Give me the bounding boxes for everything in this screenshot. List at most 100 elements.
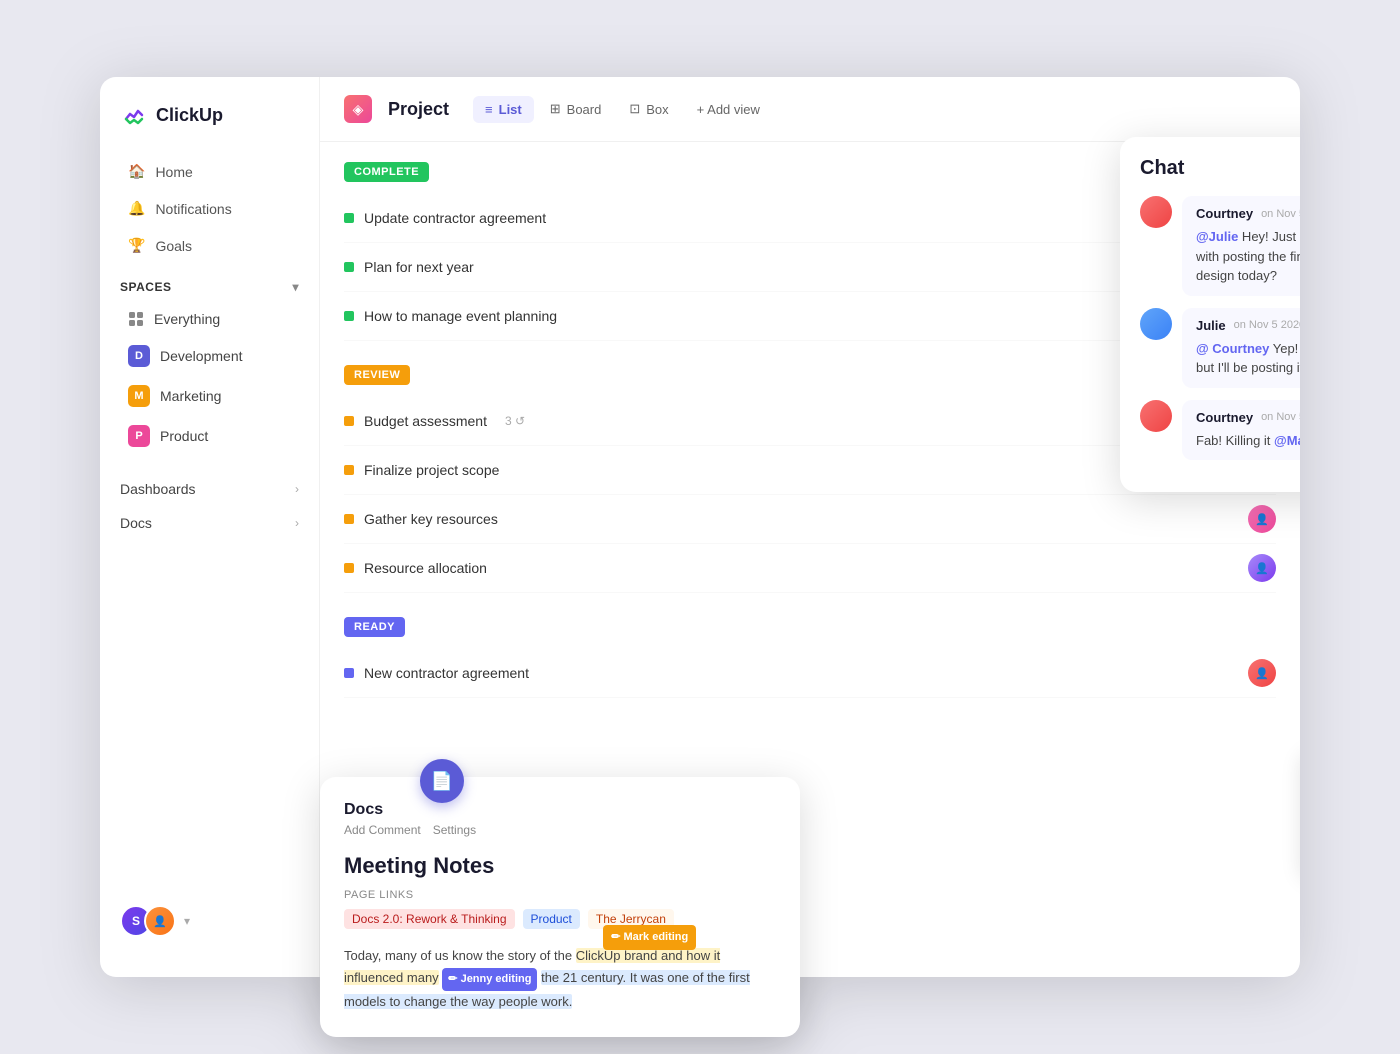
box-tab-icon: ⊡ [629,101,640,117]
chat-message-2: Julie on Nov 5 2020 at 2:50 pm @ Courtne… [1140,308,1300,388]
logo[interactable]: ClickUp [100,101,319,153]
page-link-1[interactable]: Docs 2.0: Rework & Thinking [344,909,515,929]
board-tab-label: Board [567,102,602,117]
sidebar-item-notifications[interactable]: 🔔 Notifications [108,191,311,226]
sidebar-item-home[interactable]: 🏠 Home [108,154,311,189]
everything-label: Everything [154,311,220,327]
marketing-badge: M [128,385,150,407]
sidebar-item-product[interactable]: P Product [108,417,311,455]
assignee-avatar: 👤 [1248,505,1276,533]
goals-icon: 🏆 [128,237,145,254]
chat-message-1: Courtney on Nov 5 2020 at 1:50 pm @Julie… [1140,196,1300,296]
task-dot-green [344,262,354,272]
chat-author-1: Courtney [1196,206,1253,221]
chat-time-2: on Nov 5 2020 at 2:50 pm [1234,319,1300,331]
sidebar: ClickUp 🏠 Home 🔔 Notifications 🏆 Goals S… [100,77,320,977]
tab-list[interactable]: ≡ List [473,96,534,123]
dashboards-label: Dashboards [120,481,196,497]
notifications-label: Notifications [155,201,231,217]
everything-grid-icon [128,311,144,327]
project-title: Project [388,99,449,120]
task-item[interactable]: New contractor agreement 👤 [344,649,1276,698]
task-name: Budget assessment [364,413,487,429]
docs-page-links-label: PAGE LINKS [344,889,776,901]
user-avatars: S 👤 [120,905,176,937]
docs-header: Docs [344,801,776,819]
assignee-avatar: 👤 [1248,659,1276,687]
status-badge-complete: COMPLETE [344,162,429,182]
chat-time-1: on Nov 5 2020 at 1:50 pm [1261,208,1300,220]
task-dot-yellow [344,416,354,426]
task-count: 3 ↺ [505,414,525,428]
user-menu-chevron[interactable]: ▾ [184,914,190,928]
task-dot-blue [344,668,354,678]
task-item[interactable]: Resource allocation 👤 [344,544,1276,593]
task-name: Plan for next year [364,259,474,275]
view-tabs: ≡ List ⊞ Board ⊡ Box + Add view [473,95,772,123]
chat-author-2: Julie [1196,318,1226,333]
product-label: Product [160,428,208,444]
sidebar-item-dashboards[interactable]: Dashboards › [108,472,311,506]
chat-text-1: @Julie Hey! Just checking if you're stil… [1196,227,1300,286]
mention-courtney: @ Courtney [1196,341,1269,356]
docs-actions: Add Comment Settings [344,823,776,837]
list-tab-icon: ≡ [485,102,493,117]
development-label: Development [160,348,243,364]
app-container: ClickUp 🏠 Home 🔔 Notifications 🏆 Goals S… [100,77,1300,977]
mark-editing-button[interactable]: ✏ Mark editing [603,925,696,950]
sidebar-item-goals[interactable]: 🏆 Goals [108,228,311,263]
docs-page-title: Meeting Notes [344,853,776,879]
project-icon: ◈ [344,95,372,123]
page-link-chips: Docs 2.0: Rework & Thinking Product The … [344,909,776,929]
sidebar-item-marketing[interactable]: M Marketing [108,377,311,415]
chat-message-3: Courtney on Nov 5 2020 at 3:15 pm Fab! K… [1140,400,1300,461]
logo-text: ClickUp [156,105,223,126]
chat-avatar-courtney [1140,196,1172,228]
task-dot-green [344,311,354,321]
add-view-label: + Add view [697,102,760,117]
sidebar-item-everything[interactable]: Everything [108,303,311,335]
task-dot-green [344,213,354,223]
task-left: Finalize project scope [344,462,499,478]
tab-board[interactable]: ⊞ Board [538,95,614,123]
task-dot-yellow [344,514,354,524]
chat-bubble-1: Courtney on Nov 5 2020 at 1:50 pm @Julie… [1182,196,1300,296]
sidebar-item-development[interactable]: D Development [108,337,311,375]
task-name: New contractor agreement [364,665,529,681]
spaces-chevron-icon[interactable]: ▾ [292,280,299,294]
avatar-user-2: 👤 [144,905,176,937]
product-badge: P [128,425,150,447]
tab-box[interactable]: ⊡ Box [617,95,680,123]
docs-label: Docs [120,515,152,531]
jenny-editing-tag: ✏ Jenny editing [442,968,537,991]
sidebar-footer: S 👤 ▾ [100,889,319,953]
sidebar-item-docs[interactable]: Docs › [108,506,311,540]
box-tab-label: Box [646,102,668,117]
goals-label: Goals [155,238,192,254]
status-badge-review: REVIEW [344,365,410,385]
chat-panel: # Chat Courtney on Nov 5 2020 at 1:50 pm… [1120,137,1300,492]
status-badge-ready: READY [344,617,405,637]
task-name: Resource allocation [364,560,487,576]
home-label: Home [155,164,192,180]
list-tab-label: List [499,102,522,117]
chat-avatar-courtney-2 [1140,400,1172,432]
task-item[interactable]: Gather key resources 👤 [344,495,1276,544]
page-link-2[interactable]: Product [523,909,580,929]
development-badge: D [128,345,150,367]
docs-panel: 📄 Docs Add Comment Settings Meeting Note… [320,777,800,1037]
chat-text-2: @ Courtney Yep! @Marci jumped in to help… [1196,339,1300,378]
docs-icon-button[interactable]: 📄 [420,759,464,803]
settings-link[interactable]: Settings [433,823,476,837]
add-comment-link[interactable]: Add Comment [344,823,421,837]
board-tab-icon: ⊞ [550,101,561,117]
chat-author-3: Courtney [1196,410,1253,425]
task-left: New contractor agreement [344,665,529,681]
task-dot-yellow [344,465,354,475]
add-view-button[interactable]: + Add view [685,96,772,123]
task-left: Update contractor agreement [344,210,546,226]
docs-content: ✏ Mark editing Today, many of us know th… [344,945,776,1013]
task-name: Update contractor agreement [364,210,546,226]
task-left: Plan for next year [344,259,474,275]
chat-text-3: Fab! Killing it @Marci 😊 [1196,431,1300,451]
